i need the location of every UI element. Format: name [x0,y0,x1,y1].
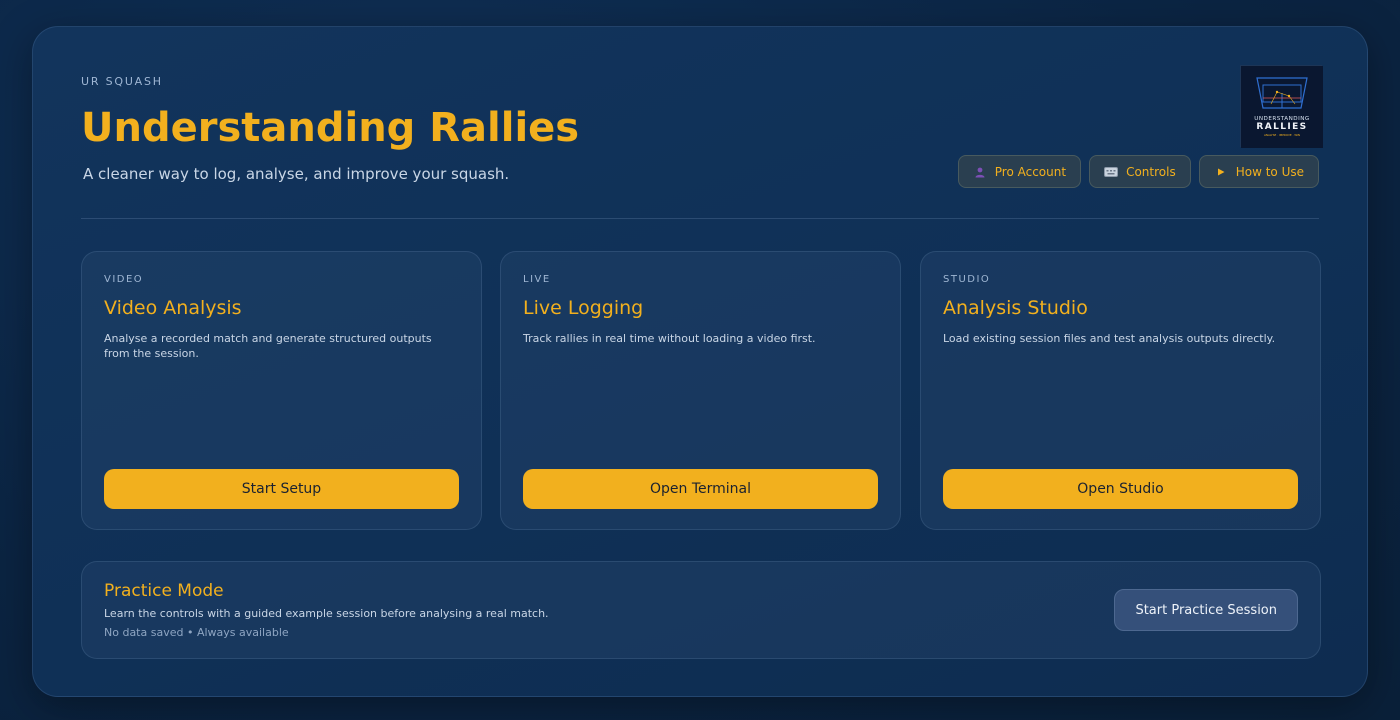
page-title: Understanding Rallies [81,105,580,151]
card-kicker: LIVE [523,274,551,285]
play-icon [1214,165,1228,179]
how-to-use-button[interactable]: How to Use [1198,155,1319,188]
card-kicker: STUDIO [943,274,991,285]
start-setup-button[interactable]: Start Setup [104,469,459,509]
header-actions: Pro Account Controls How to Use [957,155,1319,188]
card-analysis-studio: STUDIO Analysis Studio Load existing ses… [920,251,1321,530]
practice-description: Learn the controls with a guided example… [104,607,549,620]
practice-meta: No data saved • Always available [104,626,289,639]
card-live-logging: LIVE Live Logging Track rallies in real … [500,251,901,530]
card-title: Live Logging [523,297,644,319]
card-description: Track rallies in real time without loadi… [523,332,816,345]
open-studio-button[interactable]: Open Studio [943,469,1298,509]
keyboard-icon [1104,165,1119,179]
card-kicker: VIDEO [104,274,144,285]
main-panel: UR SQUASH Understanding Rallies A cleane… [32,26,1368,697]
header-divider [81,218,1319,219]
pro-account-button[interactable]: Pro Account [957,155,1082,188]
start-practice-session-button[interactable]: Start Practice Session [1114,589,1298,631]
page-subtitle: A cleaner way to log, analyse, and impro… [83,165,510,183]
squash-court-logo-icon: UNDERSTANDING RALLIES ANALYSE · IMPROVE … [1241,66,1323,148]
practice-title: Practice Mode [104,581,224,601]
card-video-analysis: VIDEO Video Analysis Analyse a recorded … [81,251,482,530]
practice-mode-panel: Practice Mode Learn the controls with a … [81,561,1321,659]
open-terminal-button[interactable]: Open Terminal [523,469,878,509]
controls-button[interactable]: Controls [1089,155,1191,188]
card-description: Load existing session files and test ana… [943,332,1276,345]
controls-label: Controls [1126,164,1176,179]
brand-eyebrow: UR SQUASH [81,75,163,88]
svg-text:ANALYSE · IMPROVE · WIN: ANALYSE · IMPROVE · WIN [1264,133,1300,137]
card-title: Analysis Studio [943,297,1088,319]
how-to-use-label: How to Use [1235,164,1304,179]
app-logo: UNDERSTANDING RALLIES ANALYSE · IMPROVE … [1240,65,1323,148]
pro-account-label: Pro Account [994,164,1067,179]
user-icon [973,165,987,179]
svg-text:RALLIES: RALLIES [1256,122,1307,132]
card-title: Video Analysis [104,297,242,319]
card-description: Analyse a recorded match and generate st… [104,332,432,360]
